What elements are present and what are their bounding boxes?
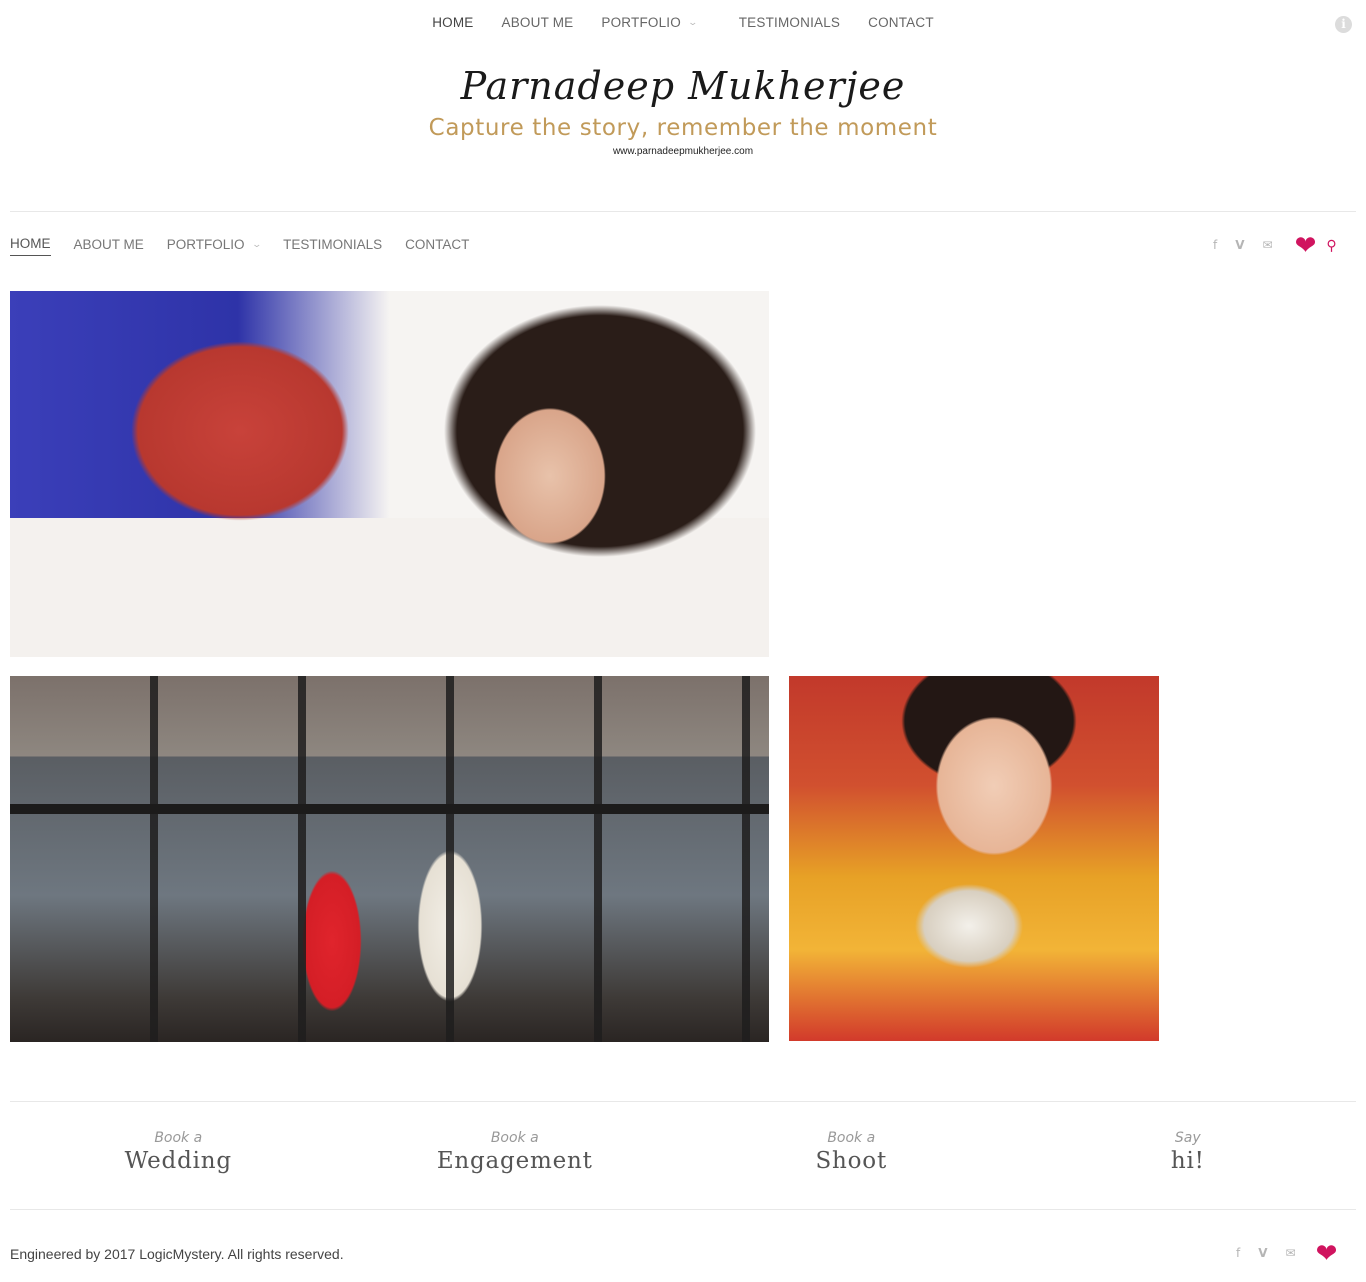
cta-big-label: hi! bbox=[1170, 1148, 1205, 1174]
call-to-action-row: Book a Wedding Book a Engagement Book a … bbox=[10, 1102, 1356, 1210]
footer-social-links: f V ✉ ❤ bbox=[1236, 1240, 1337, 1266]
main-navigation: HOME ABOUT ME PORTFOLIO ⌄ TESTIMONIALS C… bbox=[10, 236, 492, 256]
facebook-icon[interactable]: f bbox=[1213, 238, 1217, 252]
top-nav-portfolio-label: PORTFOLIO bbox=[601, 15, 681, 30]
top-nav-about-me[interactable]: ABOUT ME bbox=[502, 15, 574, 30]
search-icon[interactable]: ⚲ bbox=[1326, 237, 1336, 254]
divider bbox=[10, 1209, 1356, 1210]
divider bbox=[10, 211, 1356, 212]
main-nav-testimonials[interactable]: TESTIMONIALS bbox=[283, 236, 382, 256]
email-icon[interactable]: ✉ bbox=[1286, 1246, 1296, 1260]
footer-copyright: Engineered by 2017 LogicMystery. All rig… bbox=[10, 1246, 344, 1262]
cta-small-label: Book a bbox=[154, 1130, 203, 1146]
top-navigation: HOME ABOUT ME PORTFOLIO ⌄ TESTIMONIALS C… bbox=[0, 0, 1366, 46]
cta-small-label: Book a bbox=[490, 1130, 539, 1146]
main-nav-contact[interactable]: CONTACT bbox=[405, 236, 469, 256]
gallery-photo-couple[interactable] bbox=[10, 676, 769, 1042]
top-nav-contact[interactable]: CONTACT bbox=[868, 15, 934, 30]
top-nav-portfolio[interactable]: PORTFOLIO ⌄ bbox=[601, 15, 699, 30]
cta-small-label: Say bbox=[1174, 1130, 1201, 1146]
logo-name: Parnadeep Mukherjee bbox=[460, 64, 906, 108]
main-nav-portfolio[interactable]: PORTFOLIO ⌄ bbox=[166, 236, 262, 256]
main-nav-portfolio-label: PORTFOLIO bbox=[166, 236, 245, 252]
brand-heart-icon[interactable]: ❤ bbox=[1316, 1240, 1338, 1266]
cta-book-engagement[interactable]: Book a Engagement bbox=[347, 1102, 684, 1210]
header-social-links: f V ✉ ❤ ⚲ bbox=[1213, 232, 1337, 258]
chevron-down-icon: ⌄ bbox=[251, 238, 262, 249]
logo-tagline: Capture the story, remember the moment bbox=[428, 115, 938, 141]
photo-window-frames bbox=[10, 676, 769, 1042]
cta-big-label: Wedding bbox=[124, 1148, 232, 1174]
cta-big-label: Engagement bbox=[436, 1148, 593, 1174]
gallery-photo-bride[interactable] bbox=[789, 676, 1159, 1041]
main-nav-about-me[interactable]: ABOUT ME bbox=[74, 236, 144, 256]
chevron-down-icon: ⌄ bbox=[687, 17, 699, 27]
gallery-photo-portrait-smile[interactable] bbox=[10, 291, 769, 657]
photo-window-beam bbox=[10, 804, 769, 814]
cta-big-label: Shoot bbox=[815, 1148, 887, 1174]
main-nav-home[interactable]: HOME bbox=[10, 236, 51, 256]
email-icon[interactable]: ✉ bbox=[1263, 238, 1273, 252]
brand-heart-icon[interactable]: ❤ bbox=[1295, 232, 1317, 258]
cta-say-hi[interactable]: Say hi! bbox=[1020, 1102, 1357, 1210]
facebook-icon[interactable]: f bbox=[1236, 1246, 1240, 1260]
top-nav-testimonials[interactable]: TESTIMONIALS bbox=[739, 15, 840, 30]
cta-book-shoot[interactable]: Book a Shoot bbox=[683, 1102, 1020, 1210]
cta-small-label: Book a bbox=[827, 1130, 876, 1146]
vimeo-icon[interactable]: V bbox=[1235, 238, 1244, 252]
logo-url: www.parnadeepmukherjee.com bbox=[612, 146, 754, 157]
vimeo-icon[interactable]: V bbox=[1258, 1246, 1267, 1260]
site-logo[interactable]: Parnadeep Mukherjee Capture the story, r… bbox=[0, 56, 1366, 157]
cta-book-wedding[interactable]: Book a Wedding bbox=[10, 1102, 347, 1210]
info-icon[interactable]: i bbox=[1335, 16, 1352, 33]
top-nav-home[interactable]: HOME bbox=[432, 15, 473, 30]
